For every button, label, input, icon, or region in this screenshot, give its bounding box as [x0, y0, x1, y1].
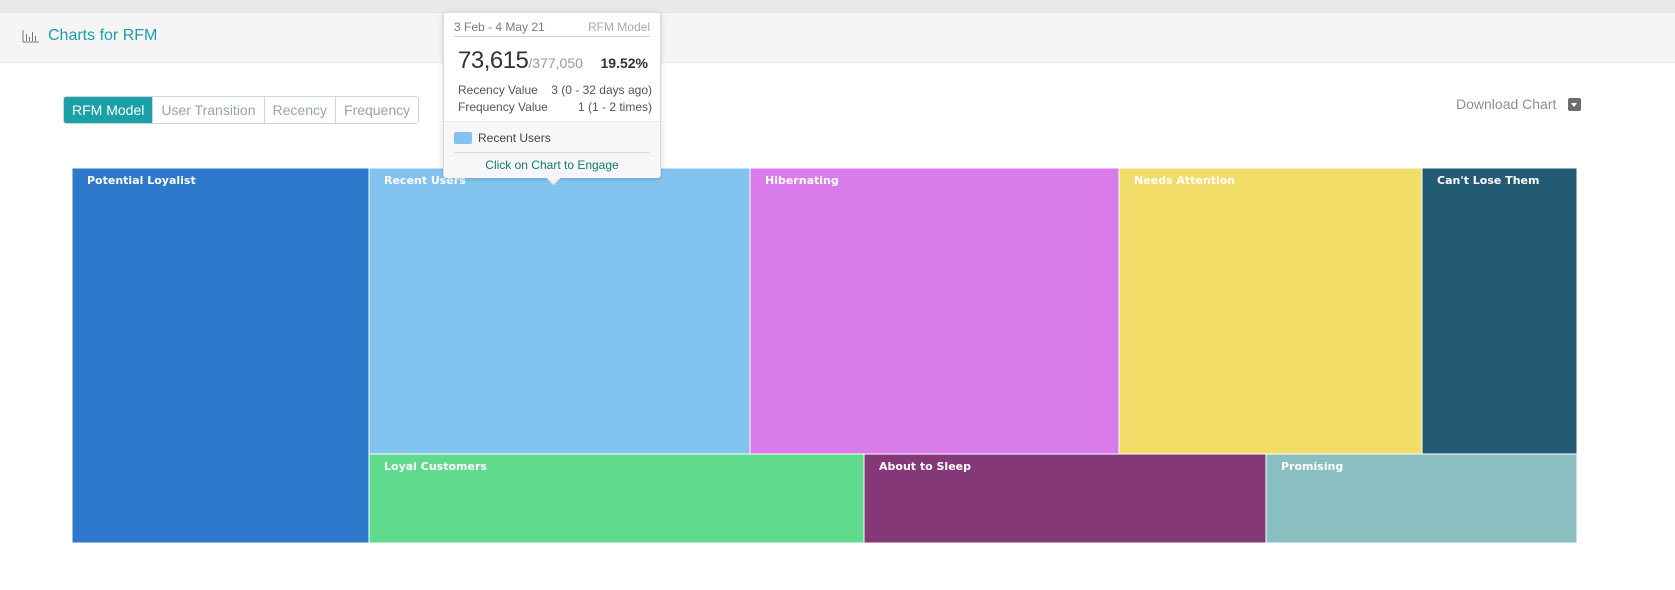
treemap-label-about-to-sleep: About to Sleep	[879, 460, 971, 473]
treemap-rect-can-t-lose-them[interactable]	[1421, 168, 1577, 455]
tab-frequency[interactable]: Frequency	[335, 97, 419, 123]
tooltip-frequency-row: Frequency Value 1 (1 - 2 times)	[458, 100, 652, 114]
tooltip-legend: Recent Users	[454, 131, 551, 145]
card-header: Charts for RFM	[0, 13, 1675, 63]
treemap-rect-recent-users[interactable]	[368, 168, 751, 455]
tooltip-count-value: 73,615	[458, 47, 529, 74]
tooltip-frequency-label: Frequency Value	[458, 100, 548, 114]
treemap-cell-about-to-sleep[interactable]: About to Sleep	[863, 453, 1267, 543]
treemap-cell-hibernating[interactable]: Hibernating	[749, 168, 1120, 455]
tooltip-count: 73,615/377,050	[458, 47, 583, 75]
treemap-rect-needs-attention[interactable]	[1118, 168, 1423, 455]
tooltip-header: 3 Feb - 4 May 21 RFM Model	[454, 17, 650, 37]
treemap-cell-recent-users[interactable]: Recent Users	[368, 168, 751, 455]
tooltip-date-range: 3 Feb - 4 May 21	[454, 20, 545, 34]
treemap-label-loyal-customers: Loyal Customers	[384, 460, 487, 473]
treemap-cell-loyal-customers[interactable]: Loyal Customers	[368, 453, 865, 543]
treemap-label-hibernating: Hibernating	[765, 174, 839, 187]
tooltip-recency-value: 3 (0 - 32 days ago)	[551, 83, 652, 97]
rfm-treemap[interactable]: Potential Loyalist Recent Users Hibernatin…	[72, 168, 1577, 543]
treemap-rect-hibernating[interactable]	[749, 168, 1120, 455]
download-chart-button[interactable]: Download Chart	[1456, 96, 1582, 112]
treemap-rect-potential-loyalist[interactable]	[72, 168, 370, 543]
treemap-cell-needs-attention[interactable]: Needs Attention	[1118, 168, 1423, 455]
tooltip-footer: Recent Users Click on Chart to Engage	[444, 121, 660, 178]
tab-rfm-model[interactable]: RFM Model	[64, 97, 154, 123]
tooltip-recency-row: Recency Value 3 (0 - 32 days ago)	[458, 83, 652, 97]
tab-recency[interactable]: Recency	[264, 97, 336, 123]
treemap-cell-promising[interactable]: Promising	[1265, 453, 1577, 543]
tooltip-frequency-value: 1 (1 - 2 times)	[577, 100, 652, 114]
bar-chart-icon	[22, 30, 39, 43]
tooltip-total: /377,050	[528, 55, 583, 71]
tooltip-recency-label: Recency Value	[458, 83, 538, 97]
page-title: Charts for RFM	[48, 27, 158, 44]
tooltip-divider	[454, 152, 650, 153]
treemap-label-promising: Promising	[1281, 460, 1343, 473]
chart-tabs: RFM Model User Transition Recency Freque…	[63, 96, 420, 124]
download-chart-label: Download Chart	[1456, 96, 1557, 112]
tab-user-transition[interactable]: User Transition	[153, 97, 265, 123]
treemap-label-needs-attention: Needs Attention	[1134, 174, 1235, 187]
treemap-cell-potential-loyalist[interactable]: Potential Loyalist	[72, 168, 370, 543]
chart-tooltip: 3 Feb - 4 May 21 RFM Model 73,615/377,05…	[443, 12, 661, 178]
treemap-label-potential-loyalist: Potential Loyalist	[87, 174, 196, 187]
card-title: Charts for RFM	[22, 27, 157, 45]
tooltip-percent: 19.52%	[600, 55, 648, 71]
legend-swatch	[454, 132, 472, 144]
tooltip-segment: Recent Users	[478, 131, 551, 145]
treemap-cell-can-t-lose-them[interactable]: Can't Lose Them	[1421, 168, 1577, 455]
tooltip-model: RFM Model	[587, 20, 650, 34]
treemap-label-can-t-lose-them: Can't Lose Them	[1437, 174, 1539, 187]
engage-link[interactable]: Click on Chart to Engage	[444, 158, 660, 172]
chevron-down-icon[interactable]	[1568, 97, 1582, 111]
